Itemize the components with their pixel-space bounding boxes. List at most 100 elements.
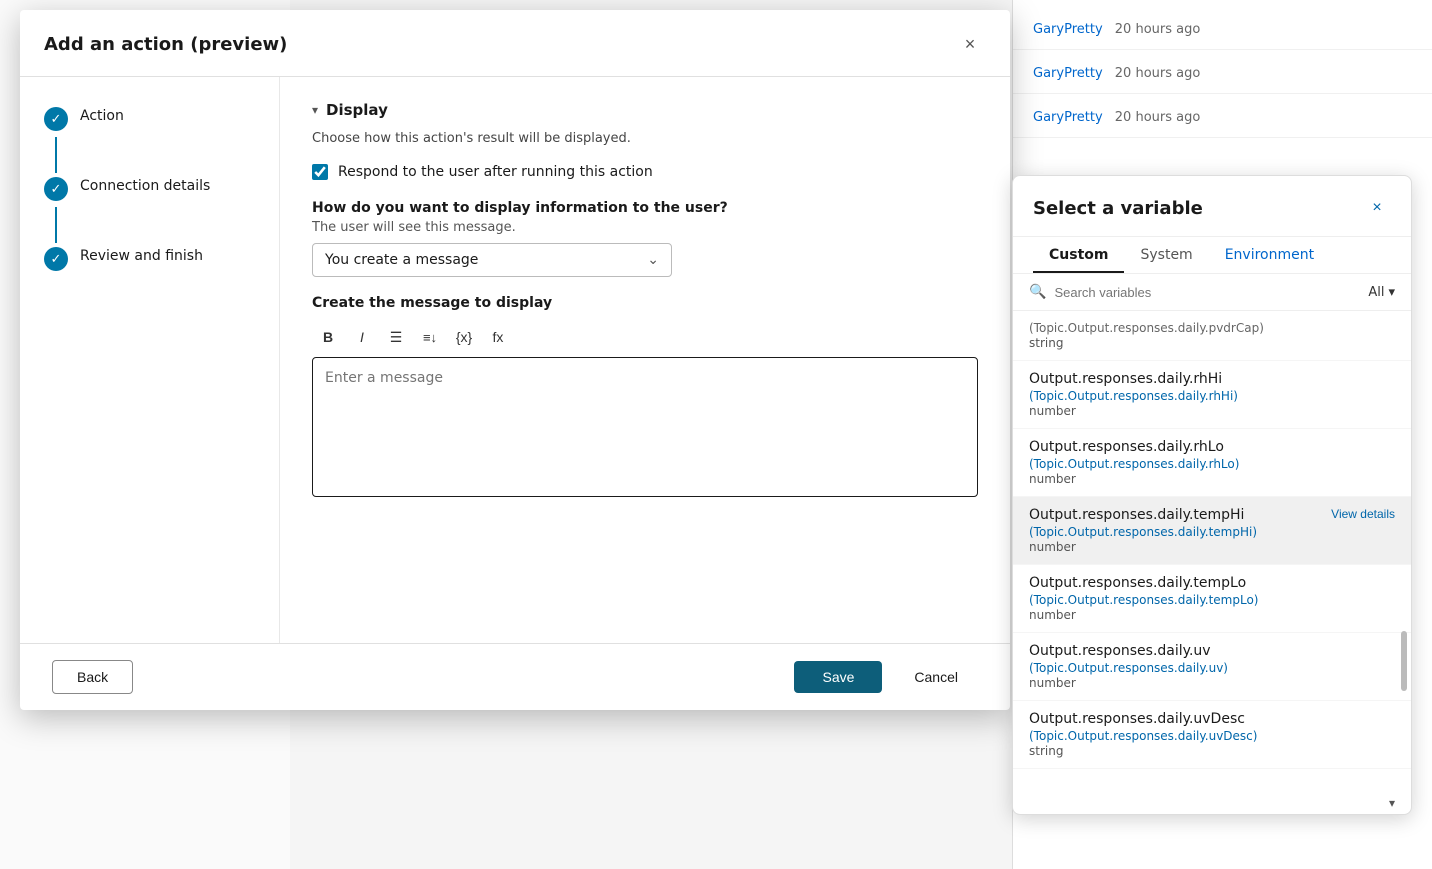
var-name: Output.responses.daily.rhHi [1029, 371, 1395, 387]
var-item-actions: Output.responses.daily.tempHi (Topic.Out… [1029, 507, 1395, 554]
list-item[interactable]: Output.responses.daily.uvDesc (Topic.Out… [1013, 701, 1411, 769]
formula-button[interactable]: fx [482, 321, 514, 353]
section-header: ▾ Display [312, 101, 978, 119]
list-item[interactable]: (Topic.Output.responses.daily.pvdrCap) s… [1013, 311, 1411, 361]
bg-user: GaryPretty [1033, 66, 1103, 81]
variable-button[interactable]: {x} [448, 321, 480, 353]
chevron-down-icon: ▾ [1389, 796, 1395, 810]
list-item[interactable]: Output.responses.daily.uv (Topic.Output.… [1013, 633, 1411, 701]
message-toolbar: B I ☰ ≡↓ {x} fx [312, 321, 978, 353]
step-item-review: ✓ Review and finish [44, 245, 203, 271]
search-icon: 🔍 [1029, 284, 1046, 300]
var-panel-header: Select a variable × [1013, 176, 1411, 237]
tab-system[interactable]: System [1124, 237, 1208, 273]
bold-button[interactable]: B [312, 321, 344, 353]
display-hint: The user will see this message. [312, 220, 978, 235]
display-question: How do you want to display information t… [312, 200, 978, 216]
var-topic: (Topic.Output.responses.daily.tempHi) [1029, 525, 1331, 539]
view-details-button[interactable]: View details [1331, 507, 1395, 521]
numbered-list-button[interactable]: ≡↓ [414, 321, 446, 353]
step-label-review: Review and finish [80, 245, 203, 264]
chevron-down-icon: ▾ [1388, 285, 1395, 300]
bg-user: GaryPretty [1033, 22, 1103, 37]
content-panel: ▾ Display Choose how this action's resul… [280, 77, 1010, 643]
step-connector-1 [55, 137, 57, 173]
section-title: Display [326, 101, 388, 119]
var-name: Output.responses.daily.uv [1029, 643, 1395, 659]
dialog-close-button[interactable]: × [954, 28, 986, 60]
var-search-row: 🔍 All ▾ [1013, 274, 1411, 311]
italic-button[interactable]: I [346, 321, 378, 353]
var-name: Output.responses.daily.uvDesc [1029, 711, 1395, 727]
var-name: Output.responses.daily.tempLo [1029, 575, 1395, 591]
tab-environment[interactable]: Environment [1209, 237, 1330, 273]
section-description: Choose how this action's result will be … [312, 131, 978, 146]
scrollbar-thumb[interactable] [1401, 631, 1407, 691]
step-connector-2 [55, 207, 57, 243]
var-type: number [1029, 540, 1331, 554]
chevron-down-icon: ⌄ [647, 252, 659, 268]
message-type-dropdown[interactable]: You create a message ⌄ [312, 243, 672, 277]
list-item[interactable]: Output.responses.daily.rhHi (Topic.Outpu… [1013, 361, 1411, 429]
chevron-down-icon: ▾ [312, 103, 318, 117]
main-dialog: Add an action (preview) × ✓ Action ✓ Con… [20, 10, 1010, 710]
bullets-icon: ☰ [390, 329, 403, 346]
var-type: number [1029, 676, 1395, 690]
dialog-header: Add an action (preview) × [20, 10, 1010, 77]
checkbox-label: Respond to the user after running this a… [338, 164, 653, 180]
variable-selector-panel: Select a variable × Custom System Enviro… [1012, 175, 1412, 815]
dialog-title: Add an action (preview) [44, 34, 287, 55]
filter-label: All [1368, 285, 1384, 300]
tab-custom[interactable]: Custom [1033, 237, 1124, 273]
save-button[interactable]: Save [794, 661, 882, 693]
variable-list: (Topic.Output.responses.daily.pvdrCap) s… [1013, 311, 1411, 792]
step-check-icon-3: ✓ [44, 247, 68, 271]
list-item[interactable]: Output.responses.daily.rhLo (Topic.Outpu… [1013, 429, 1411, 497]
bullets-button[interactable]: ☰ [380, 321, 412, 353]
respond-checkbox[interactable] [312, 164, 328, 180]
bg-time: 20 hours ago [1115, 110, 1201, 125]
bg-list-item: GaryPretty 20 hours ago [1013, 10, 1432, 50]
var-name: (Topic.Output.responses.daily.pvdrCap) [1029, 321, 1395, 335]
var-topic: (Topic.Output.responses.daily.uv) [1029, 661, 1395, 675]
var-topic: (Topic.Output.responses.daily.rhLo) [1029, 457, 1395, 471]
dropdown-value: You create a message [325, 252, 478, 268]
bg-list-item: GaryPretty 20 hours ago [1013, 54, 1432, 94]
steps-panel: ✓ Action ✓ Connection details ✓ Review a… [20, 77, 280, 643]
bg-time: 20 hours ago [1115, 22, 1201, 37]
cancel-button[interactable]: Cancel [894, 661, 978, 693]
footer-right: Save Cancel [794, 661, 978, 693]
var-type: string [1029, 336, 1395, 350]
list-item[interactable]: Output.responses.daily.tempLo (Topic.Out… [1013, 565, 1411, 633]
bg-user: GaryPretty [1033, 110, 1103, 125]
checkbox-row: Respond to the user after running this a… [312, 164, 978, 180]
scroll-down-indicator: ▾ [1013, 792, 1411, 814]
var-panel-close-button[interactable]: × [1363, 194, 1391, 222]
var-item-info: Output.responses.daily.tempHi (Topic.Out… [1029, 507, 1331, 554]
step-item-connection: ✓ Connection details [44, 175, 210, 201]
var-name: Output.responses.daily.tempHi [1029, 507, 1331, 523]
create-message-label: Create the message to display [312, 295, 978, 311]
variable-search-input[interactable] [1054, 285, 1360, 300]
step-label-action: Action [80, 105, 124, 124]
var-topic: (Topic.Output.responses.daily.rhHi) [1029, 389, 1395, 403]
var-panel-title: Select a variable [1033, 198, 1203, 219]
var-type: number [1029, 472, 1395, 486]
message-input[interactable] [312, 357, 978, 497]
var-type: number [1029, 404, 1395, 418]
var-topic: (Topic.Output.responses.daily.uvDesc) [1029, 729, 1395, 743]
var-tabs: Custom System Environment [1013, 237, 1411, 274]
var-type: string [1029, 744, 1395, 758]
dialog-body: ✓ Action ✓ Connection details ✓ Review a… [20, 77, 1010, 643]
var-name: Output.responses.daily.rhLo [1029, 439, 1395, 455]
filter-all-dropdown[interactable]: All ▾ [1368, 285, 1395, 300]
numbered-list-icon: ≡↓ [423, 330, 437, 345]
step-item-action: ✓ Action [44, 105, 124, 131]
list-item-highlighted[interactable]: Output.responses.daily.tempHi (Topic.Out… [1013, 497, 1411, 565]
step-check-icon: ✓ [44, 107, 68, 131]
var-type: number [1029, 608, 1395, 622]
bg-list-item: GaryPretty 20 hours ago [1013, 98, 1432, 138]
back-button[interactable]: Back [52, 660, 133, 694]
step-check-icon-2: ✓ [44, 177, 68, 201]
step-label-connection: Connection details [80, 175, 210, 194]
